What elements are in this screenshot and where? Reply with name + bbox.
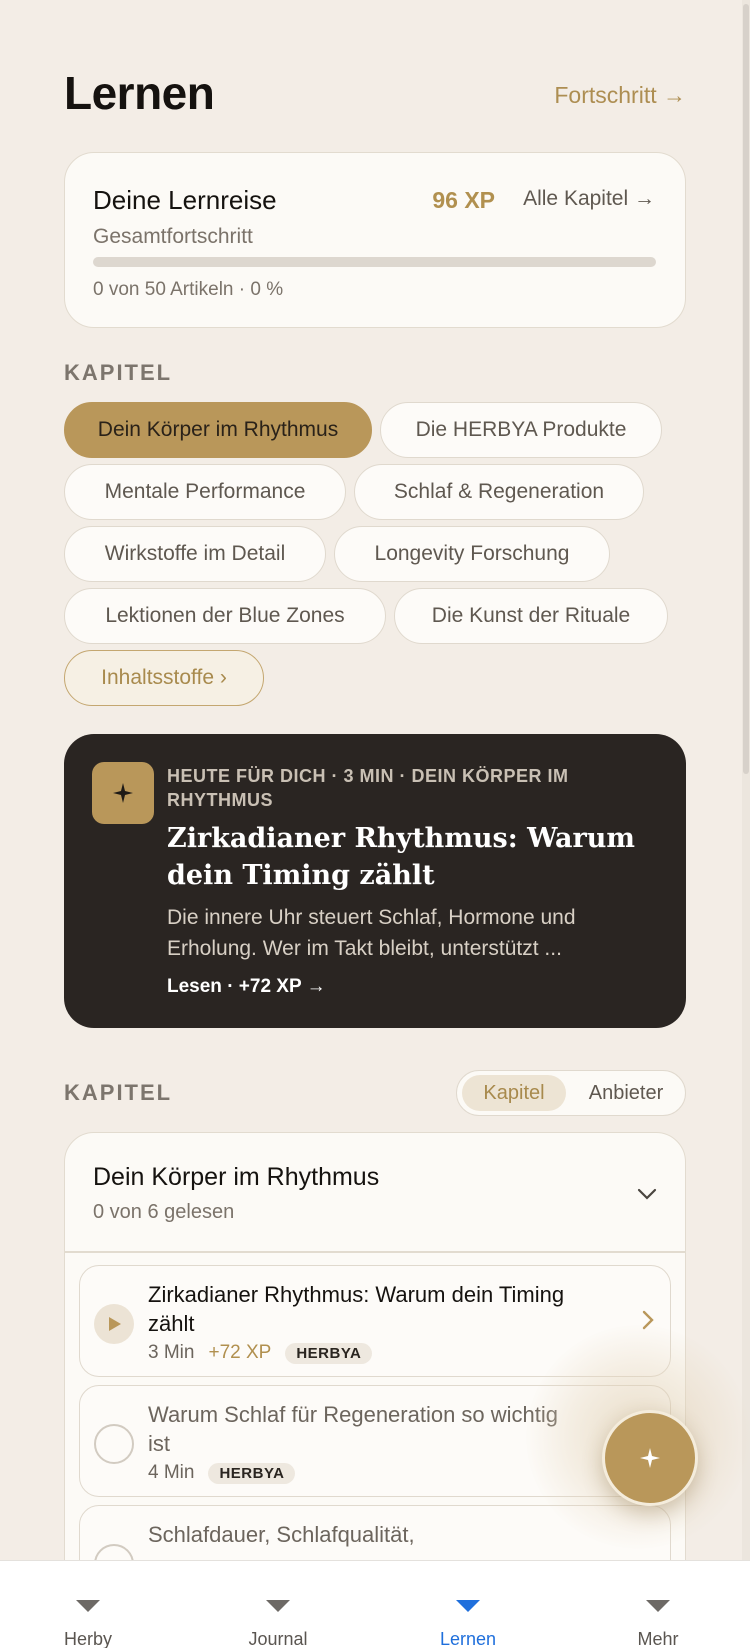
featured-title: Zirkadianer Rhythmus: Warum dein Timing … xyxy=(167,823,635,891)
chip-herbya-produkte[interactable]: Die HERBYA Produkte xyxy=(380,402,662,458)
view-toggle: Kapitel Anbieter xyxy=(456,1070,686,1116)
unread-marker xyxy=(94,1424,134,1464)
chip-inhaltsstoffe[interactable]: Inhaltsstoffe › xyxy=(64,650,264,706)
toggle-anbieter[interactable]: Anbieter xyxy=(571,1075,681,1111)
chapter-list-label: KAPITEL xyxy=(64,1080,173,1105)
nav-herby[interactable]: Herby xyxy=(18,1561,158,1648)
lesson-meta: 4 Min HERBYA xyxy=(148,1462,296,1484)
page-scrollbar[interactable] xyxy=(742,0,750,1560)
chapter-divider xyxy=(65,1251,685,1253)
lesson-xp: +72 XP xyxy=(208,1342,272,1363)
provider-badge: HERBYA xyxy=(208,1462,296,1484)
play-icon xyxy=(109,1317,121,1331)
nav-journal[interactable]: Journal xyxy=(208,1561,348,1648)
bottom-nav: Herby Journal Lernen Mehr xyxy=(0,1560,750,1648)
journey-title: Deine Lernreise xyxy=(93,185,277,215)
xp-total: 96 XP xyxy=(432,187,495,213)
triangle-down-icon xyxy=(76,1600,100,1612)
page-header: Lernen Fortschritt → xyxy=(64,66,686,126)
lesson-duration: 3 Min xyxy=(148,1342,195,1363)
chapter-read-count: 0 von 6 gelesen xyxy=(93,1201,235,1223)
chapter-title[interactable]: Dein Körper im Rhythmus xyxy=(93,1163,379,1192)
provider-badge: HERBYA xyxy=(285,1342,373,1364)
all-chapters-link[interactable]: Alle Kapitel → xyxy=(523,187,655,211)
chip-dein-koerper-im-rhythmus[interactable]: Dein Körper im Rhythmus xyxy=(64,402,372,458)
featured-icon-box xyxy=(92,762,154,824)
nav-label: Journal xyxy=(248,1629,308,1648)
nav-label: Lernen xyxy=(439,1629,497,1648)
chip-mentale-performance[interactable]: Mentale Performance xyxy=(64,464,346,520)
lesson-title: Zirkadianer Rhythmus: Warum dein Timing … xyxy=(148,1282,565,1336)
featured-article-card[interactable]: HEUTE FÜR DICH · 3 MIN · DEIN KÖRPER IM … xyxy=(64,734,686,1028)
toggle-kapitel[interactable]: Kapitel xyxy=(462,1075,566,1111)
play-marker xyxy=(94,1304,134,1344)
learning-journey-card: Deine Lernreise 96 XP Alle Kapitel → Ges… xyxy=(64,152,686,328)
chip-schlaf-regeneration[interactable]: Schlaf & Regeneration xyxy=(354,464,644,520)
herby-assistant-button[interactable] xyxy=(602,1410,698,1506)
triangle-down-icon xyxy=(456,1600,480,1612)
featured-tag: HEUTE FÜR DICH · 3 MIN · DEIN KÖRPER IM … xyxy=(167,766,569,810)
sparkle-icon xyxy=(640,1448,660,1468)
triangle-down-icon xyxy=(266,1600,290,1612)
lesson-title: Warum Schlaf für Regeneration so wichtig… xyxy=(148,1402,559,1456)
lesson-title: Schlafdauer, Schlafqualität, xyxy=(148,1522,415,1547)
chapters-section-label: KAPITEL xyxy=(64,360,173,385)
triangle-down-icon xyxy=(646,1600,670,1612)
featured-description: Die innere Uhr steuert Schlaf, Hormone u… xyxy=(167,906,576,960)
progress-link[interactable]: Fortschritt → xyxy=(554,82,686,109)
featured-read-link[interactable]: Lesen · +72 XP → xyxy=(167,976,326,998)
chip-wirkstoffe-im-detail[interactable]: Wirkstoffe im Detail xyxy=(64,526,326,582)
nav-lernen[interactable]: Lernen xyxy=(398,1561,538,1648)
journey-progress-text: 0 von 50 Artikeln · 0 % xyxy=(93,279,284,300)
sparkle-icon xyxy=(113,783,133,803)
chip-longevity-forschung[interactable]: Longevity Forschung xyxy=(334,526,610,582)
nav-label: Mehr xyxy=(637,1629,679,1648)
lesson-duration: 4 Min xyxy=(148,1462,195,1483)
scrollbar-thumb[interactable] xyxy=(743,4,749,774)
overall-progress-bar xyxy=(93,257,656,267)
nav-label: Herby xyxy=(63,1629,112,1648)
lesson-meta: 3 Min +72 XP HERBYA xyxy=(148,1342,373,1364)
chip-kunst-der-rituale[interactable]: Die Kunst der Rituale xyxy=(394,588,668,644)
chip-blue-zones[interactable]: Lektionen der Blue Zones xyxy=(64,588,386,644)
nav-mehr[interactable]: Mehr xyxy=(588,1561,728,1648)
chevron-down-icon[interactable] xyxy=(637,1187,657,1201)
journey-subtitle: Gesamtfortschritt xyxy=(93,225,253,248)
